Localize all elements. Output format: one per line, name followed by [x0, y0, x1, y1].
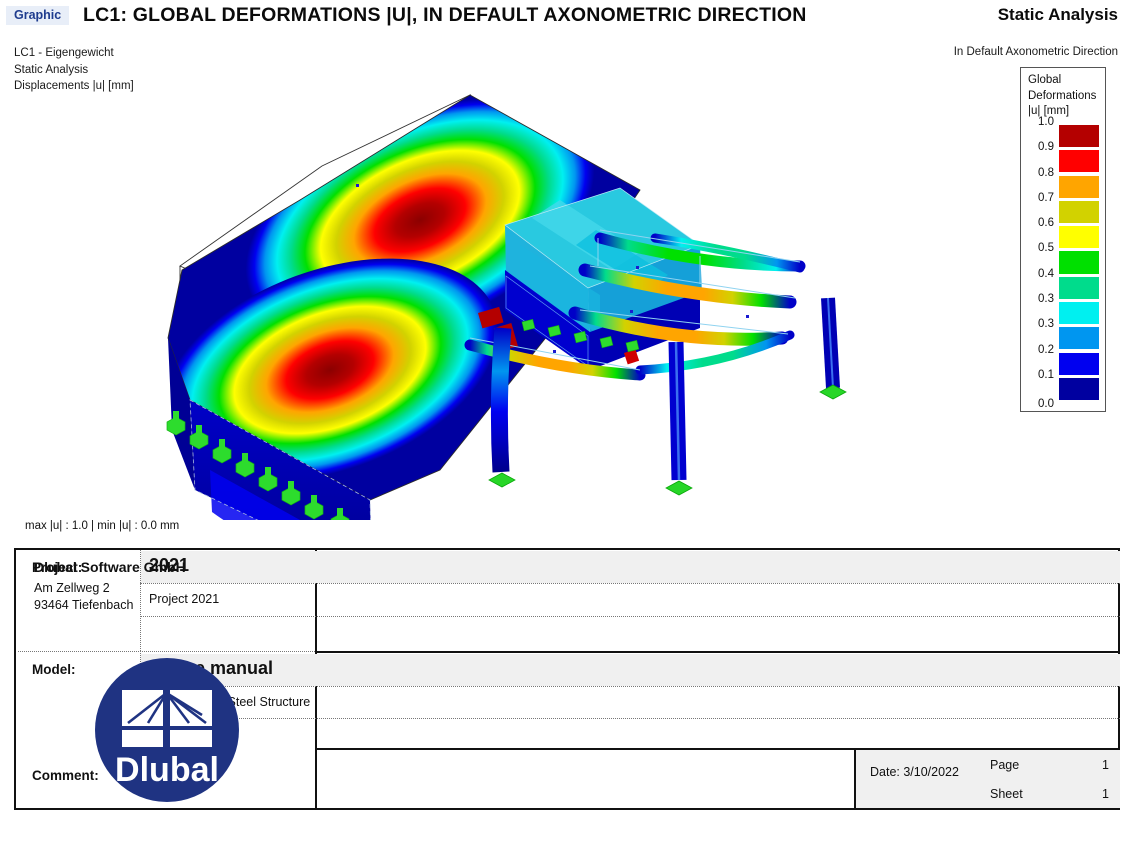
address-city: 93464 Tiefenbach	[34, 598, 134, 612]
analysis-type-title: Static Analysis	[997, 5, 1118, 24]
view-direction-label: In Default Axonometric Direction	[953, 46, 1118, 58]
legend-band-label: 0.2	[1038, 343, 1054, 356]
page-title: LC1: GLOBAL DEFORMATIONS |U|, IN DEFAULT…	[83, 4, 807, 26]
divider-project-name-desc	[140, 583, 1120, 584]
legend-band-swatch	[1058, 376, 1100, 402]
legend-scale: 1.0 0.9 0.8 0.7 0.6 0.5 0.4 0.3 0.3 0.2 0.1 0.0	[1028, 116, 1100, 410]
legend-band-swatch	[1058, 301, 1100, 326]
legend-band-swatch	[1058, 199, 1100, 224]
comment-label: Comment:	[32, 768, 99, 783]
legend-band-swatch	[1058, 351, 1100, 376]
legend-title-line2: Deformations	[1028, 89, 1097, 102]
legend-title: Global Deformations |u| [mm]	[1028, 73, 1096, 120]
divider-model-desc-blank	[140, 718, 1120, 719]
legend-band-label: 0.1	[1038, 368, 1054, 381]
dlubal-logo: Dlubal	[94, 657, 240, 803]
legend-band-label: 0.3	[1038, 293, 1054, 306]
model-label: Model:	[32, 662, 76, 677]
legend-band-label: 0.0	[1038, 398, 1054, 410]
date-value: Date: 3/10/2022	[870, 765, 959, 779]
legend-band-swatch	[1058, 149, 1100, 174]
address-street: Am Zellweg 2	[34, 581, 110, 595]
legend-band-label: 0.9	[1038, 141, 1054, 154]
divider-model-name-desc	[140, 686, 1120, 687]
legend-band-label: 0.3	[1038, 318, 1054, 331]
legend-band-swatch	[1058, 174, 1100, 199]
legend-band-swatch	[1058, 124, 1100, 149]
model-viewport[interactable]	[0, 70, 1010, 576]
divider-company-logo	[18, 651, 315, 652]
legend-band-swatch	[1058, 250, 1100, 275]
legend-title-line1: Global	[1028, 74, 1062, 86]
project-name-field-bg	[141, 551, 1120, 583]
model-name-field-bg	[141, 654, 1120, 686]
dlubal-logo-svg: Dlubal	[95, 658, 239, 802]
project-label: Project:	[32, 560, 83, 575]
legend-band-label: 0.6	[1038, 217, 1054, 230]
legend-band-label: 1.0	[1038, 116, 1054, 128]
project-name: 2021	[149, 555, 190, 575]
project-description: Project 2021	[149, 592, 220, 606]
legend-band-label: 0.5	[1038, 242, 1054, 255]
page-value: 1	[1102, 758, 1109, 772]
divider-project-desc-blank	[140, 616, 1120, 617]
sheet-label: Sheet	[990, 787, 1023, 801]
sheet-value: 1	[1102, 787, 1109, 801]
bridge-icon	[122, 690, 212, 747]
legend-band-label: 0.8	[1038, 166, 1054, 179]
load-case-name: LC1 - Eigengewicht	[14, 47, 114, 59]
deformation-plot	[166, 93, 847, 576]
page-label: Page	[990, 758, 1020, 772]
company-address: Am Zellweg 2 93464 Tiefenbach	[34, 580, 133, 614]
report-page: Graphic LC1: GLOBAL DEFORMATIONS |U|, IN…	[0, 0, 1134, 850]
divider-horizontal-project-model	[315, 651, 1120, 653]
legend-band-label: 0.4	[1038, 267, 1054, 280]
legend-band-swatch	[1058, 326, 1100, 351]
legend-band-swatch	[1058, 275, 1100, 300]
minmax-readout: max |u| : 1.0 | min |u| : 0.0 mm	[25, 520, 180, 532]
logo-wordmark: Dlubal	[115, 751, 219, 789]
nodal-support-symbols	[488, 384, 847, 496]
legend-band-swatch	[1058, 225, 1100, 250]
legend-band-label: 0.7	[1038, 191, 1054, 204]
color-legend: Global Deformations |u| [mm] 1.0 0.9 0.8 0.…	[1020, 67, 1106, 412]
date-page-field-bg	[856, 750, 1120, 808]
graphic-badge: Graphic	[6, 6, 70, 25]
